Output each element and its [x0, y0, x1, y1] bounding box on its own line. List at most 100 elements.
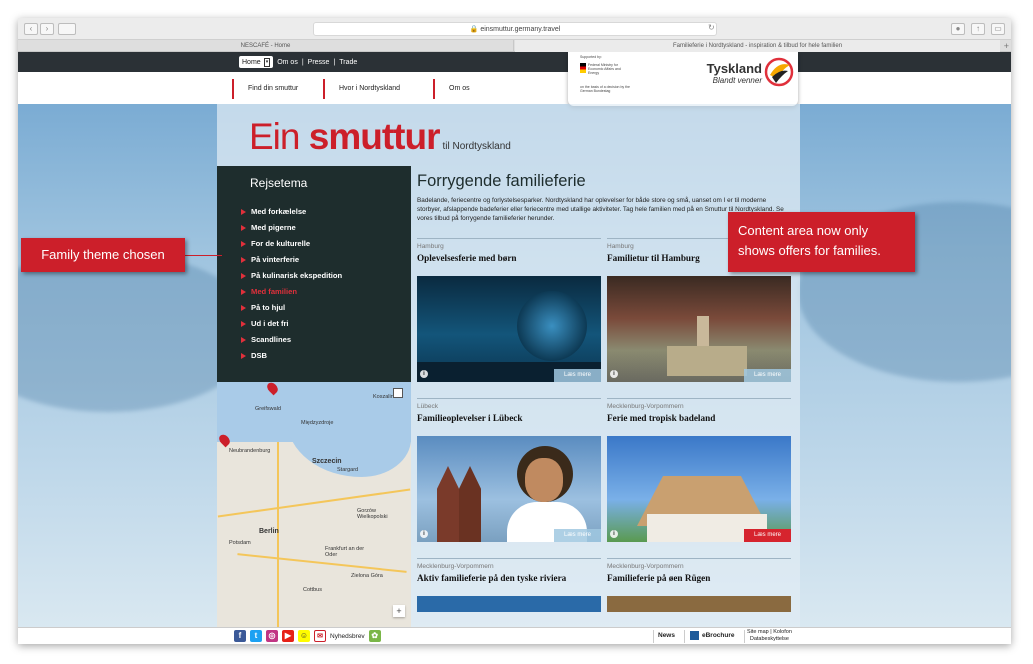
news-link[interactable]: News [658, 632, 675, 639]
fullscreen-icon[interactable] [393, 388, 403, 398]
zoom-in-button[interactable]: + [393, 605, 405, 617]
snapchat-icon[interactable]: ☺ [298, 630, 310, 642]
menu-item[interactable]: På kulinarisk ekspedition [241, 268, 342, 284]
back-icon[interactable]: ‹ [24, 23, 38, 35]
menu-item[interactable]: Scandlines [241, 332, 342, 348]
callout-connector [185, 255, 222, 256]
nav-hvor-i-nordtyskland[interactable]: Hvor i Nordtyskland [323, 79, 400, 99]
aquarium-image[interactable]: i Læs mere [417, 276, 601, 382]
chevron-down-icon: ▾ [263, 57, 271, 67]
lock-icon: 🔒 [469, 26, 479, 33]
card-title[interactable]: Ferie med tropisk badeland [607, 413, 791, 423]
tabs-overview-icon[interactable]: ▭ [991, 23, 1005, 35]
menu-item[interactable]: På vinterferie [241, 252, 342, 268]
url-text: einsmuttur.germany.travel [480, 26, 561, 33]
card-title[interactable]: Familieferie på øen Rügen [607, 573, 791, 583]
footer-divider [653, 630, 654, 643]
tab-bar: NESCAFÉ - Home Familieferie i Nordtyskla… [18, 40, 1011, 52]
badeland-image[interactable]: i Læs mere [607, 436, 791, 542]
twitter-icon[interactable]: t [250, 630, 262, 642]
map-label: Berlin [259, 528, 279, 535]
mail-icon[interactable]: ✉ [314, 630, 326, 642]
offer-card[interactable]: Mecklenburg-Vorpommern Ferie med tropisk… [607, 398, 791, 542]
offer-card[interactable]: Hamburg Oplevelsesferie med børn i Læs m… [417, 238, 601, 382]
map-label: Stargard [337, 467, 359, 473]
top-link-trade[interactable]: Trade [339, 59, 357, 66]
menu-item[interactable]: For de kulturelle [241, 236, 342, 252]
card-region: Lübeck [417, 403, 438, 410]
card-region: Hamburg [417, 243, 444, 250]
separator: | [333, 58, 336, 66]
home-dropdown[interactable]: Home ▾ [239, 56, 274, 68]
menu-item-label: Med pigerne [251, 223, 296, 232]
map-label: Zielona Góra [351, 573, 383, 579]
read-more-button[interactable]: Læs mere [554, 529, 601, 542]
riviera-image[interactable] [417, 596, 601, 612]
top-bar: Home ▾ Om os | Presse | Trade [18, 52, 1011, 72]
info-icon[interactable]: i [420, 370, 428, 378]
top-link-presse[interactable]: Presse [308, 59, 330, 66]
offer-card[interactable]: Mecklenburg-Vorpommern Familieferie på ø… [607, 558, 791, 612]
youtube-icon[interactable]: ▶ [282, 630, 294, 642]
ebrochure-link[interactable]: eBrochure [690, 631, 735, 640]
menu-heading: Rejsetema [250, 176, 308, 190]
offer-card[interactable]: Lübeck Familieoplevelser i Lübeck i Læs … [417, 398, 601, 542]
arrow-right-icon [241, 225, 246, 231]
tab-nescafe[interactable]: NESCAFÉ - Home [18, 40, 514, 52]
map[interactable]: Greifswald Neubrandenburg Szczecin Starg… [217, 382, 411, 627]
card-region: Mecklenburg-Vorpommern [607, 563, 684, 570]
menu-item-label: For de kulturelle [251, 239, 311, 248]
share-icon[interactable]: ↑ [971, 23, 985, 35]
leaf-icon[interactable]: ✿ [368, 630, 381, 642]
read-more-button[interactable]: Læs mere [744, 529, 791, 542]
menu-item-label: På vinterferie [251, 255, 300, 264]
footer-links: Site map | Kolofon Databeskyttelse [747, 629, 792, 642]
card-title[interactable]: Familieoplevelser i Lübeck [417, 413, 601, 423]
info-icon[interactable]: i [610, 370, 618, 378]
menu-item[interactable]: Med forkælelse [241, 204, 342, 220]
tyskland-logo: Tyskland Blandt venner [706, 61, 762, 85]
map-label: Międzyzdroje [301, 420, 334, 426]
menu-item[interactable]: På to hjul [241, 300, 342, 316]
newsletter-link[interactable]: Nyhedsbrev [330, 633, 365, 640]
nav-find-din-smuttur[interactable]: Find din smuttur [232, 79, 298, 99]
new-tab-button[interactable]: + [1004, 40, 1009, 52]
address-bar[interactable]: 🔒 einsmuttur.germany.travel [313, 22, 717, 36]
map-label: Neubrandenburg [229, 448, 271, 454]
logo-box[interactable]: Supported by: Federal Ministry for Econo… [568, 52, 798, 106]
footer-divider [684, 630, 685, 643]
arrow-right-icon [241, 305, 246, 311]
menu-item[interactable]: Med pigerne [241, 220, 342, 236]
menu-item-label: På kulinarisk ekspedition [251, 271, 343, 280]
menu-item[interactable]: Med familien [241, 284, 342, 300]
map-label: Koszalin [373, 394, 394, 400]
menu-item-label: DSB [251, 351, 268, 360]
page-heading: Forrygende familieferie [417, 172, 586, 190]
reload-icon[interactable]: ↻ [708, 23, 715, 32]
forward-icon[interactable]: › [40, 23, 54, 35]
sitemap-link[interactable]: Site map [747, 629, 769, 635]
read-more-button[interactable]: Læs mere [554, 369, 601, 382]
ruegen-image[interactable] [607, 596, 791, 612]
instagram-icon[interactable]: ◎ [266, 630, 278, 642]
sidebar-toggle-icon[interactable] [58, 23, 76, 35]
privacy-link[interactable]: Databeskyttelse [750, 636, 789, 642]
miniature-world-image[interactable]: i Læs mere [607, 276, 791, 382]
map-label: Frankfurt an der Oder [325, 546, 365, 558]
card-title[interactable]: Oplevelsesferie med børn [417, 253, 601, 263]
download-icon[interactable]: ● [951, 23, 965, 35]
kolofon-link[interactable]: Kolofon [773, 629, 792, 635]
card-title[interactable]: Aktiv familieferie på den tyske riviera [417, 573, 601, 583]
top-link-om-os[interactable]: Om os [277, 59, 298, 66]
tab-familieferie[interactable]: Familieferie i Nordtyskland - inspiratio… [515, 40, 1000, 52]
info-icon[interactable]: i [610, 530, 618, 538]
offer-card[interactable]: Mecklenburg-Vorpommern Aktiv familieferi… [417, 558, 601, 612]
menu-item[interactable]: Ud i det fri [241, 316, 342, 332]
read-more-button[interactable]: Læs mere [744, 369, 791, 382]
main-nav: Find din smuttur Hvor i Nordtyskland Om … [18, 72, 1011, 104]
facebook-icon[interactable]: f [234, 630, 246, 642]
menu-item[interactable]: DSB [241, 348, 342, 364]
nav-om-os[interactable]: Om os [433, 79, 470, 99]
luebeck-image[interactable]: i Læs mere [417, 436, 601, 542]
info-icon[interactable]: i [420, 530, 428, 538]
